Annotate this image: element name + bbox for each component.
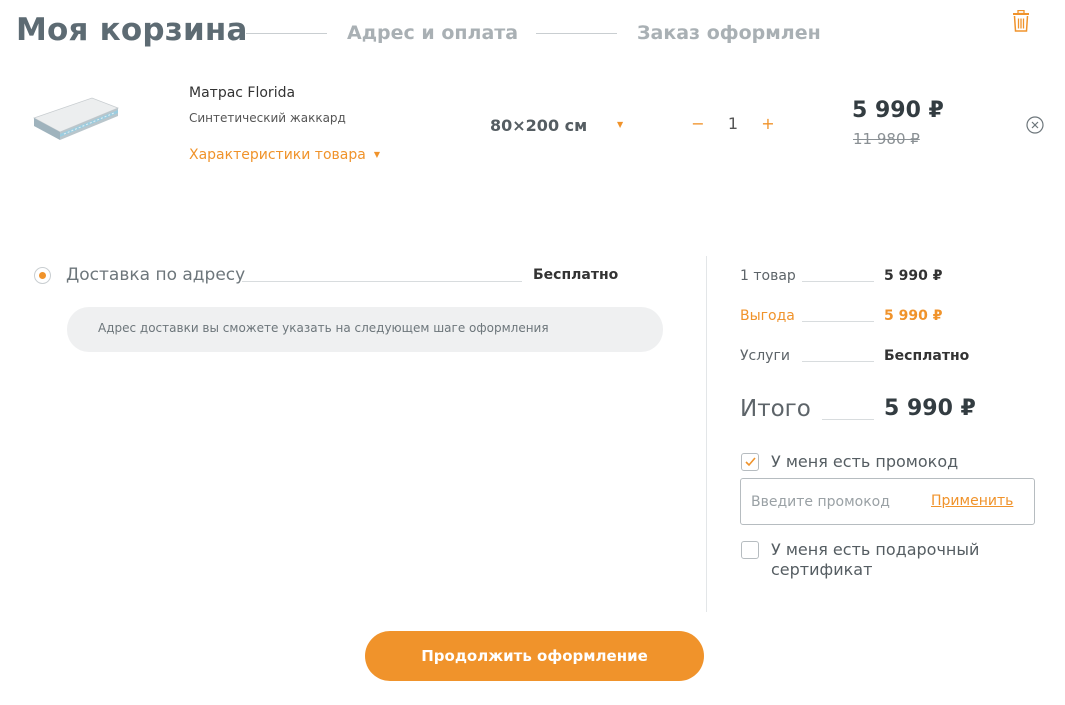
product-material: Синтетический жаккард <box>189 111 346 125</box>
product-name[interactable]: Матрас Florida <box>189 85 295 101</box>
summary-items-label: 1 товар <box>740 268 796 284</box>
checkout-steps: Моя корзина Адрес и оплата Заказ оформле… <box>16 10 1056 54</box>
characteristics-label: Характеристики товара <box>189 147 366 163</box>
promo-field: Применить <box>740 478 1035 525</box>
checkmark-icon <box>745 457 756 467</box>
step-divider <box>246 33 327 34</box>
summary-savings-label: Выгода <box>740 308 795 324</box>
total-label: Итого <box>740 396 811 422</box>
quantity-decrease-button[interactable]: − <box>690 114 706 133</box>
gift-certificate-label-line1: У меня есть подарочный <box>771 540 980 559</box>
leader-line <box>802 281 874 282</box>
summary-services-label: Услуги <box>740 348 790 364</box>
promo-apply-link[interactable]: Применить <box>931 493 1013 509</box>
leader-line <box>822 419 874 420</box>
column-divider <box>706 256 707 612</box>
step-divider <box>536 33 617 34</box>
quantity-value: 1 <box>727 114 739 133</box>
chevron-down-icon: ▼ <box>373 150 380 159</box>
trash-icon[interactable] <box>1012 9 1030 32</box>
promo-input[interactable] <box>751 491 921 513</box>
step-order-complete[interactable]: Заказ оформлен <box>637 22 821 44</box>
radio-selected-dot <box>39 272 46 279</box>
delivery-price: Бесплатно <box>533 267 619 283</box>
remove-item-icon[interactable] <box>1026 116 1044 134</box>
summary-services-value: Бесплатно <box>884 348 970 364</box>
gift-certificate-label-line2: сертификат <box>771 560 873 579</box>
delivery-option-label: Доставка по адресу <box>66 265 246 285</box>
delivery-note-text: Адрес доставки вы сможете указать на сле… <box>98 321 549 335</box>
chevron-down-icon: ▼ <box>617 120 624 129</box>
summary-items-value: 5 990 ₽ <box>884 268 943 284</box>
quantity-increase-button[interactable]: + <box>760 114 776 133</box>
delivery-radio[interactable] <box>34 267 51 284</box>
summary-savings-value: 5 990 ₽ <box>884 308 943 324</box>
continue-checkout-button[interactable]: Продолжить оформление <box>365 631 704 681</box>
product-old-price: 11 980 ₽ <box>853 130 920 148</box>
leader-line <box>802 321 874 322</box>
promo-checkbox[interactable] <box>741 453 759 471</box>
leader-line <box>242 281 522 282</box>
leader-line <box>802 361 874 362</box>
delivery-note: Адрес доставки вы сможете указать на сле… <box>67 307 663 352</box>
size-select[interactable]: 80×200 см ▼ <box>490 114 630 138</box>
gift-certificate-label[interactable]: У меня есть подарочный сертификат <box>771 540 979 580</box>
promo-checkbox-label[interactable]: У меня есть промокод <box>771 452 958 472</box>
product-price: 5 990 ₽ <box>852 98 944 123</box>
step-cart-title: Моя корзина <box>16 12 248 48</box>
total-value: 5 990 ₽ <box>884 396 976 421</box>
size-value: 80×200 см <box>490 116 588 135</box>
product-characteristics-toggle[interactable]: Характеристики товара ▼ <box>189 147 380 163</box>
gift-certificate-checkbox[interactable] <box>741 541 759 559</box>
step-address-payment[interactable]: Адрес и оплата <box>347 22 518 44</box>
mattress-image[interactable] <box>30 94 122 144</box>
